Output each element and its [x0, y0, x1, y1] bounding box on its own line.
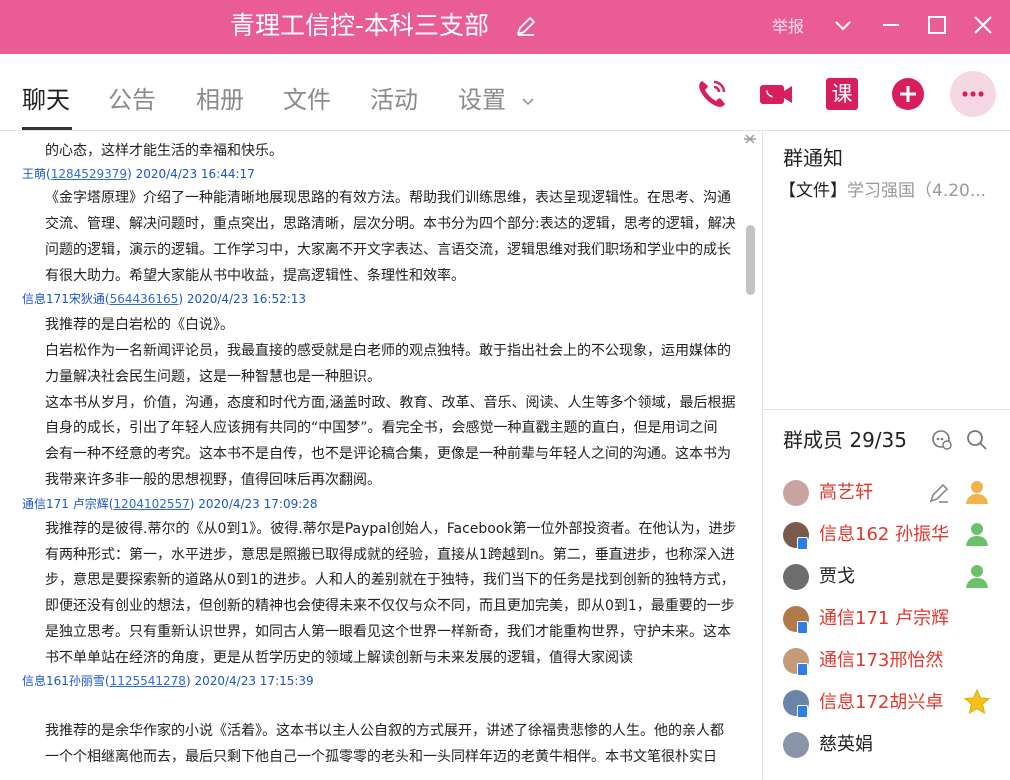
report-button[interactable]: 举报: [772, 13, 804, 37]
message-time: 2020/4/23 17:09:28: [198, 497, 318, 511]
sender-uid-link[interactable]: 1284529379: [51, 167, 127, 181]
message-meta: 王萌(1284529379) 2020/4/23 16:44:17: [22, 167, 255, 181]
edit-title-icon[interactable]: [514, 14, 538, 38]
more-dots-icon: [962, 91, 984, 97]
message-text: 有两种形式：第一，水平进步，意思是照搬已取得成就的经验，直接从1跨越到n。第二，…: [45, 547, 735, 563]
member-name: 信息162 孙振华: [819, 524, 950, 545]
sender-name: 信息161孙丽雪: [22, 674, 105, 688]
close-notice-icon[interactable]: [742, 133, 758, 149]
message-meta: 通信171 卢宗辉(1204102557) 2020/4/23 17:09:28: [22, 497, 318, 511]
member-item[interactable]: 慈英娟: [783, 727, 1009, 767]
message-meta: 信息171宋狄通(564436165) 2020/4/23 16:52:13: [22, 292, 307, 306]
message-time: 2020/4/23 17:15:39: [194, 674, 314, 688]
admin-person-icon: [966, 523, 988, 546]
admin-person-icon: [966, 565, 988, 588]
search-icon[interactable]: [966, 429, 988, 451]
message-text: 的心态，这样才能生活的幸福和快乐。: [45, 143, 283, 159]
tab-settings-label: 设置: [458, 86, 506, 114]
maximize-icon[interactable]: [924, 12, 950, 38]
message-meta: 信息161孙丽雪(1125541278) 2020/4/23 17:15:39: [22, 674, 314, 688]
more-button[interactable]: [950, 71, 996, 117]
avatar: [783, 732, 809, 758]
tab-underline: [22, 127, 72, 130]
tab-album[interactable]: 相册: [196, 84, 244, 116]
message-text: 是独立思考。只有重新认识世界，如同古人第一眼看见这个世界一样新奇，我们才能重构世…: [45, 624, 731, 640]
mobile-online-icon: [797, 621, 808, 634]
member-name: 贾戈: [819, 566, 855, 587]
edit-icon[interactable]: [927, 481, 951, 505]
star-level-icon: [963, 688, 991, 715]
group-notice-title: 群通知: [783, 146, 843, 170]
message-text: 一个个相继离他而去，最后只剩下他自己一个孤零零的老头和一头同样年迈的老黄牛相伴。…: [45, 749, 717, 765]
notice-prefix: 【文件】: [779, 181, 847, 201]
tab-files[interactable]: 文件: [283, 84, 331, 116]
message-text: 力量解决社会民生问题，这是一种智慧也是一种胆识。: [45, 369, 381, 385]
message-text: 问题的逻辑，演示的逻辑。工作学习中，大家离不开文字表达、言语交流，逻辑思维对我们…: [45, 242, 731, 258]
chevron-down-icon[interactable]: [830, 12, 856, 38]
tab-announcement[interactable]: 公告: [108, 84, 156, 116]
message-text: 我带来许多非一般的思想视野，值得回味后再次翻阅。: [45, 472, 381, 488]
mobile-online-icon: [797, 537, 808, 550]
member-item[interactable]: 通信171 卢宗辉: [783, 601, 1009, 641]
message-text: 书不单单站在经济的角度，更是从哲学历史的领域上解读创新与未来发展的逻辑，值得大家…: [45, 650, 633, 666]
member-settings-icon[interactable]: [931, 429, 953, 451]
message-text: 《金字塔原理》介绍了一种能清晰地展现思路的有效方法。帮助我们训练思维，表达呈现逻…: [45, 190, 731, 206]
member-name: 慈英娟: [819, 734, 873, 755]
message-text: 自身的成长，引出了年轻人应该拥有共同的“中国梦”。看完全书，会感觉一种直戳主题的…: [45, 420, 718, 436]
member-item[interactable]: 信息172胡兴卓: [783, 685, 1009, 725]
plus-circle-icon[interactable]: [890, 76, 926, 112]
group-notice-item[interactable]: 【文件】学习强国（4.20...: [779, 179, 986, 203]
member-name: 通信171 卢宗辉: [819, 608, 950, 629]
tab-chat[interactable]: 聊天: [22, 84, 70, 116]
class-button[interactable]: 课: [826, 78, 858, 110]
member-name: 高艺轩: [819, 482, 873, 503]
window-title: 青理工信控-本科三支部: [230, 11, 490, 40]
avatar: [783, 480, 809, 506]
title-bar: 青理工信控-本科三支部 举报: [0, 0, 1010, 54]
message-text: 白岩松作为一名新闻评论员，我最直接的感受就是白老师的观点独特。敢于指出社会上的不…: [45, 343, 731, 359]
notice-text: 学习强国（4.20...: [847, 181, 987, 201]
tab-activity[interactable]: 活动: [370, 84, 418, 116]
video-camera-icon[interactable]: [758, 76, 794, 112]
message-text: 这本书从岁月，价值，沟通，态度和时代方面,涵盖时政、教育、改革、音乐、阅读、人生…: [45, 395, 736, 411]
chat-scrollbar[interactable]: [746, 225, 755, 295]
close-icon[interactable]: [970, 12, 996, 38]
tab-bar: 聊天 公告 相册 文件 活动 设置 课: [0, 54, 1010, 131]
member-name: 信息172胡兴卓: [819, 692, 944, 713]
message-text: 即便还没有创业的想法，但创新的精神也会使得未来不仅仅与众不同，而且更加完美，即从…: [45, 598, 735, 614]
right-panel: 群通知 【文件】学习强国（4.20... 群成员 29/35 高艺轩 信息162…: [762, 131, 1010, 780]
member-item[interactable]: 通信173邢怡然: [783, 643, 1009, 683]
members-title: 群成员 29/35: [783, 428, 907, 452]
avatar: [783, 564, 809, 590]
member-item[interactable]: 高艺轩: [783, 475, 1009, 515]
message-text: 我推荐的是白岩松的《白说》。: [45, 317, 234, 333]
sender-name: 通信171 卢宗辉: [22, 497, 109, 511]
message-text: 有很大助力。希望大家能从书中收益，提高逻辑性、条理性和效率。: [45, 268, 465, 284]
mobile-online-icon: [797, 705, 808, 718]
message-time: 2020/4/23 16:52:13: [186, 292, 307, 306]
message-time: 2020/4/23 16:44:17: [135, 167, 255, 181]
chevron-down-icon: [522, 98, 534, 106]
divider: [763, 409, 1010, 410]
member-item[interactable]: 信息162 孙振华: [783, 517, 1009, 557]
member-name: 通信173邢怡然: [819, 650, 944, 671]
sender-uid-link[interactable]: 1125541278: [110, 674, 186, 688]
member-item[interactable]: 贾戈: [783, 559, 1009, 599]
message-text: 交流、管理、解决问题时，重点突出，思路清晰，层次分明。本书分为四个部分:表达的逻…: [45, 216, 736, 232]
tab-settings[interactable]: 设置: [458, 84, 536, 116]
sender-name: 王萌: [22, 167, 47, 181]
owner-person-icon: [966, 481, 988, 504]
message-text: 步，意思是要探索新的道路从0到1的进步。人和人的差别就在于独特，我们当下的任务是…: [45, 572, 735, 588]
message-text: 我推荐的是彼得.蒂尔的《从0到1》。彼得.蒂尔是Paypal创始人，Facebo…: [45, 521, 737, 537]
phone-icon[interactable]: [694, 76, 730, 112]
mobile-online-icon: [797, 663, 808, 676]
chat-area[interactable]: 的心态，这样才能生活的幸福和快乐。 王萌(1284529379) 2020/4/…: [0, 131, 762, 780]
message-text: 会有一种不经意的考究。这本书不是自传，也不是评论稿合集，更像是一种前辈与年轻人之…: [45, 446, 731, 462]
minimize-icon[interactable]: [878, 12, 904, 38]
message-text: 我推荐的是余华作家的小说《活着》。这本书以主人公自叙的方式展开，讲述了徐福贵悲惨…: [45, 723, 724, 739]
sender-uid-link[interactable]: 1204102557: [113, 497, 189, 511]
sender-uid-link[interactable]: 564436165: [110, 292, 179, 306]
sender-name: 信息171宋狄通: [22, 292, 105, 306]
